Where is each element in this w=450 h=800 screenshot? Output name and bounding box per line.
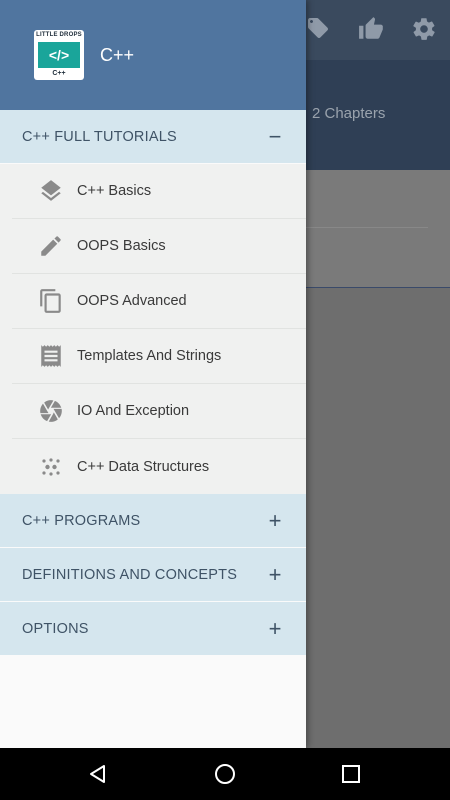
recent-apps-icon[interactable]: [337, 760, 365, 788]
list-item-data-structures[interactable]: C++ Data Structures: [12, 439, 306, 494]
system-navigation-bar: [0, 748, 450, 800]
thumbs-up-icon[interactable]: [357, 16, 385, 44]
section-label: DEFINITIONS AND CONCEPTS: [22, 566, 238, 583]
list-item-cpp-basics[interactable]: C++ Basics: [12, 164, 306, 219]
item-label: Templates And Strings: [77, 348, 222, 364]
app-title: C++: [100, 44, 135, 65]
layers-icon: [36, 176, 66, 206]
background-divider: [300, 227, 428, 228]
item-label: C++ Basics: [77, 183, 152, 199]
dots-icon: [36, 452, 66, 482]
tutorial-items-list: C++ Basics OOPS Basics OOPS Advanced Tem…: [0, 164, 306, 494]
section-cpp-programs[interactable]: C++ PROGRAMS +: [0, 494, 306, 548]
aperture-icon: [36, 396, 66, 426]
navigation-drawer: LITTLE DROPS </> C++ C++ C++ FULL TUTORI…: [0, 0, 306, 748]
item-label: OOPS Advanced: [77, 293, 187, 309]
logo-bottom-text: C++: [52, 70, 66, 77]
copy-icon: [36, 286, 66, 316]
expand-icon[interactable]: +: [268, 563, 282, 586]
list-item-oops-basics[interactable]: OOPS Basics: [12, 219, 306, 274]
section-label: C++ FULL TUTORIALS: [22, 128, 177, 145]
chapters-count: 2 Chapters: [312, 105, 386, 122]
gear-icon[interactable]: [410, 16, 438, 44]
item-label: IO And Exception: [77, 403, 190, 419]
item-label: C++ Data Structures: [77, 458, 210, 475]
pencil-icon: [36, 231, 66, 261]
list-item-oops-advanced[interactable]: OOPS Advanced: [12, 274, 306, 329]
section-label: OPTIONS: [22, 620, 89, 637]
section-cpp-full-tutorials[interactable]: C++ FULL TUTORIALS −: [0, 110, 306, 164]
code-icon: </>: [38, 41, 80, 68]
home-icon[interactable]: [211, 760, 239, 788]
section-definitions-concepts[interactable]: DEFINITIONS AND CONCEPTS +: [0, 548, 306, 602]
drawer-header: LITTLE DROPS </> C++ C++: [0, 0, 306, 110]
collapse-icon[interactable]: −: [268, 125, 282, 148]
section-label: C++ PROGRAMS: [22, 512, 141, 529]
item-label: OOPS Basics: [77, 238, 166, 254]
tag-icon[interactable]: [304, 16, 332, 44]
expand-icon[interactable]: +: [268, 617, 282, 640]
back-icon[interactable]: [84, 760, 112, 788]
receipt-icon: [36, 341, 66, 371]
logo-top-text: LITTLE DROPS: [36, 32, 82, 38]
list-item-templates-strings[interactable]: Templates And Strings: [12, 329, 306, 384]
section-options[interactable]: OPTIONS +: [0, 602, 306, 656]
app-logo: LITTLE DROPS </> C++: [34, 30, 84, 80]
expand-icon[interactable]: +: [268, 509, 282, 532]
list-item-io-exception[interactable]: IO And Exception: [12, 384, 306, 439]
